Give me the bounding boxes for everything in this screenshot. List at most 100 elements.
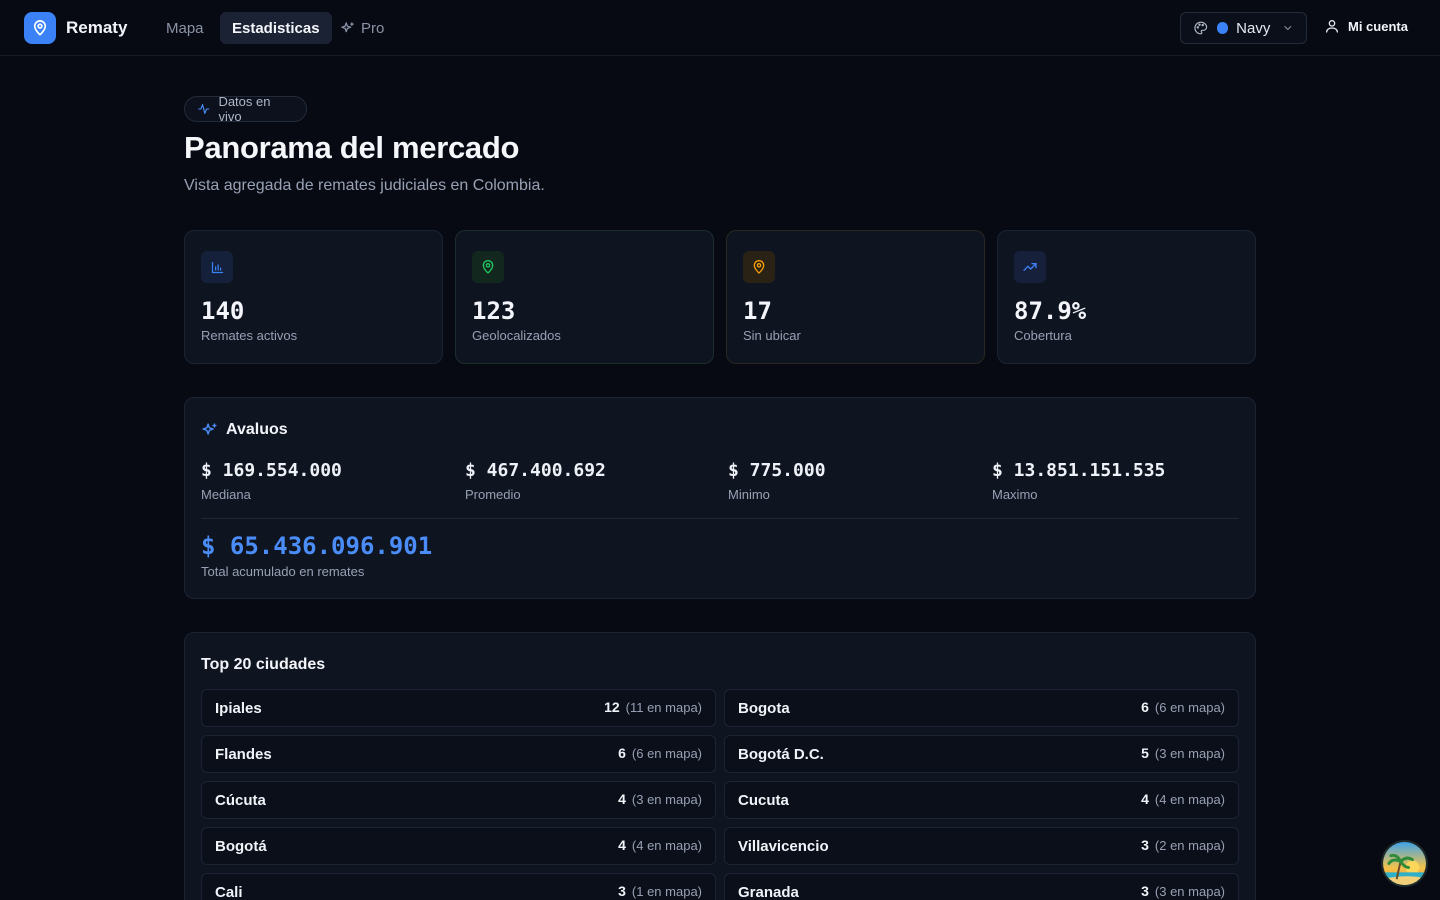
page-title: Panorama del mercado: [184, 130, 520, 165]
stat-card-remates-activos: 140 Remates activos: [184, 230, 443, 364]
aval-label: Mediana: [201, 487, 251, 502]
city-count: 5: [1141, 745, 1149, 761]
aval-mediana: $ 169.554.000 Mediana: [201, 460, 342, 502]
stat-value: 123: [472, 297, 516, 325]
badge-label: Datos en vivo: [218, 94, 271, 124]
city-row[interactable]: Bogota 6 (6 en mapa): [724, 689, 1239, 727]
account-label: Mi cuenta: [1348, 18, 1408, 34]
city-map-count: (11 en mapa): [625, 700, 702, 715]
city-row[interactable]: Flandes 6 (6 en mapa): [201, 735, 716, 773]
logo-icon[interactable]: [24, 12, 56, 44]
city-map-count: (3 en mapa): [1154, 746, 1225, 761]
city-row[interactable]: Ipiales 12 (11 en mapa): [201, 689, 716, 727]
stat-value: 140: [201, 297, 245, 325]
city-count: 12: [604, 699, 620, 715]
aval-minimo: $ 775.000 Minimo: [728, 460, 826, 502]
beach-avatar-icon: [1383, 842, 1426, 885]
account-button[interactable]: Mi cuenta: [1324, 18, 1408, 34]
city-row[interactable]: Bogotá 4 (4 en mapa): [201, 827, 716, 865]
city-map-count: (2 en mapa): [1154, 838, 1225, 853]
city-count: 6: [618, 745, 626, 761]
city-name: Flandes: [215, 745, 272, 763]
city-map-count: (6 en mapa): [1154, 700, 1225, 715]
nav-item-label: Mapa: [166, 19, 204, 37]
city-count: 4: [618, 837, 626, 853]
city-map-count: (1 en mapa): [631, 884, 702, 899]
city-row[interactable]: Cucuta 4 (4 en mapa): [724, 781, 1239, 819]
stat-label: Remates activos: [201, 328, 298, 343]
aval-value: $ 775.000: [728, 460, 826, 481]
panel-title-label: Avaluos: [226, 421, 288, 438]
chevron-down-icon: [1284, 26, 1292, 30]
stat-card-cobertura: 87.9% Cobertura: [997, 230, 1256, 364]
city-name: Cúcuta: [215, 791, 266, 809]
city-name: Ipiales: [215, 699, 262, 717]
total-label: Total acumulado en remates: [201, 564, 365, 579]
city-count: 3: [1141, 883, 1149, 899]
aval-promedio: $ 467.400.692 Promedio: [465, 460, 606, 502]
total-value: $ 65.436.096.901: [201, 532, 433, 560]
city-row[interactable]: Granada 3 (3 en mapa): [724, 873, 1239, 900]
city-name: Bogotá D.C.: [738, 745, 824, 763]
aval-value: $ 13.851.151.535: [992, 460, 1166, 481]
theme-select[interactable]: Navy: [1180, 12, 1307, 44]
city-row[interactable]: Cali 3 (1 en mapa): [201, 873, 716, 900]
city-row[interactable]: Bogotá D.C. 5 (3 en mapa): [724, 735, 1239, 773]
nav-item-label: Estadisticas: [232, 19, 320, 37]
city-count: 4: [1141, 791, 1149, 807]
city-name: Cucuta: [738, 791, 789, 809]
city-row[interactable]: Villavicencio 3 (2 en mapa): [724, 827, 1239, 865]
avaluos-title: Avaluos: [201, 421, 288, 439]
nav-item-label: Pro: [361, 19, 385, 37]
theme-color-dot: [1216, 22, 1229, 34]
stat-label: Geolocalizados: [472, 328, 561, 343]
cities-title: Top 20 ciudades: [201, 656, 326, 673]
sparkles-icon: [341, 21, 354, 32]
brand-name[interactable]: Rematy: [66, 18, 127, 38]
city-count: 4: [618, 791, 626, 807]
aval-maximo: $ 13.851.151.535 Maximo: [992, 460, 1165, 502]
nav-item-estadisticas[interactable]: Estadisticas: [220, 12, 332, 44]
stat-card-sin-ubicar: 17 Sin ubicar: [726, 230, 985, 364]
stat-label: Cobertura: [1014, 328, 1072, 343]
theme-select-value: Navy: [1236, 19, 1271, 37]
aval-value: $ 467.400.692: [465, 460, 606, 481]
city-map-count: (3 en mapa): [631, 792, 702, 807]
city-name: Cali: [215, 883, 243, 900]
stat-label: Sin ubicar: [743, 328, 801, 343]
city-count: 6: [1141, 699, 1149, 715]
nav-item-pro[interactable]: Pro: [328, 12, 396, 44]
bar-chart-icon: [201, 251, 233, 283]
palette-icon: [1194, 21, 1208, 35]
stat-value: 87.9%: [1014, 297, 1087, 325]
user-icon: [1326, 20, 1338, 33]
stat-value: 17: [743, 297, 772, 325]
divider: [201, 518, 1239, 519]
page-subtitle: Vista agregada de remates judiciales en …: [184, 177, 545, 194]
city-count: 3: [618, 883, 626, 899]
aval-label: Promedio: [465, 487, 521, 502]
aval-label: Minimo: [728, 487, 770, 502]
city-name: Bogota: [738, 699, 790, 717]
sparkles-icon: [202, 422, 217, 435]
nav-item-mapa[interactable]: Mapa: [154, 12, 216, 44]
aval-label: Maximo: [992, 487, 1038, 502]
city-name: Granada: [738, 883, 799, 900]
city-map-count: (4 en mapa): [1154, 792, 1225, 807]
map-pin-icon: [743, 251, 775, 283]
city-map-count: (3 en mapa): [1154, 884, 1225, 899]
floating-assistant-button[interactable]: [1381, 840, 1428, 887]
live-data-badge: Datos en vivo: [184, 94, 307, 124]
top-cities-panel: Top 20 ciudades Ipiales 12 (11 en mapa) F…: [184, 632, 1256, 900]
trending-up-icon: [1014, 251, 1046, 283]
city-row[interactable]: Cúcuta 4 (3 en mapa): [201, 781, 716, 819]
city-count: 3: [1141, 837, 1149, 853]
top-navigation-bar: Rematy Mapa Estadisticas Pro Navy Mi cue…: [0, 0, 1440, 56]
aval-value: $ 169.554.000: [201, 460, 342, 481]
map-pin-icon: [472, 251, 504, 283]
activity-icon: [198, 103, 210, 115]
avaluos-panel: Avaluos $ 169.554.000 Mediana $ 467.400.…: [184, 397, 1256, 599]
city-map-count: (4 en mapa): [631, 838, 702, 853]
stat-card-geolocalizados: 123 Geolocalizados: [455, 230, 714, 364]
city-name: Bogotá: [215, 837, 267, 855]
